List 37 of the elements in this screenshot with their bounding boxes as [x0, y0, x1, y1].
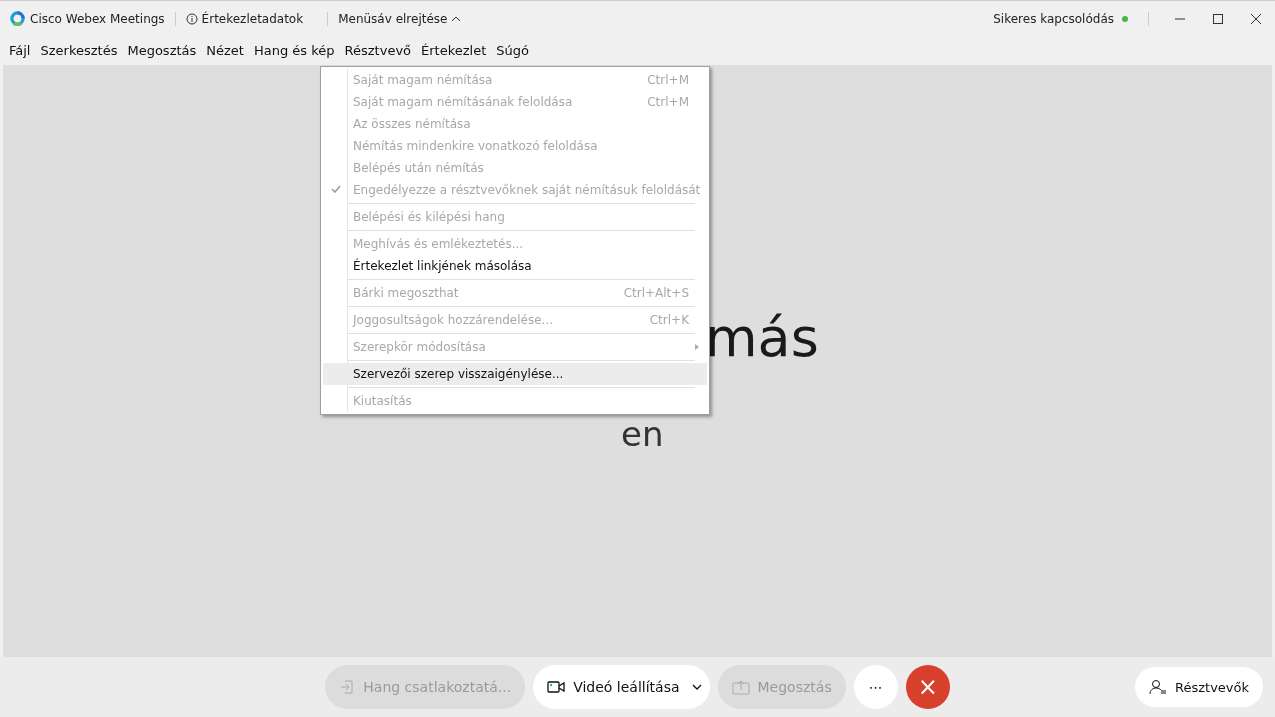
menu-bar-item[interactable]: Résztvevő: [339, 42, 417, 58]
more-button[interactable]: ⋯: [853, 665, 898, 709]
chevron-down-icon: [691, 684, 702, 690]
stage-text: en: [621, 417, 664, 451]
menu-item[interactable]: Értekezlet linkjének másolása: [323, 255, 707, 277]
shortcut-label: Ctrl+M: [647, 95, 689, 109]
participants-button[interactable]: Résztvevők: [1135, 667, 1263, 707]
leave-button[interactable]: ×: [905, 665, 950, 709]
upload-icon: [731, 679, 750, 695]
connection-status: Sikeres kapcsolódás: [993, 11, 1114, 26]
menu-item[interactable]: Szervezői szerep visszaigénylése...: [323, 363, 707, 385]
check-icon: [331, 185, 341, 193]
person-icon: [1149, 679, 1167, 695]
submenu-arrow-icon: [695, 344, 699, 350]
close-icon: [1250, 12, 1262, 25]
caret-up-icon: [451, 15, 462, 22]
shortcut-label: Ctrl+M: [647, 73, 689, 87]
maximize-icon: [1212, 12, 1224, 25]
app-name: Cisco Webex Meetings: [30, 11, 165, 26]
menu-bar-item[interactable]: Értekezlet: [416, 42, 492, 58]
status-dot: [1122, 15, 1128, 22]
enter-icon: [339, 679, 356, 695]
shortcut-label: Ctrl+Alt+S: [623, 286, 689, 300]
menu-bar-item[interactable]: Fájl: [4, 42, 36, 58]
menu-bar-item[interactable]: Nézet: [201, 42, 249, 58]
camera-icon: [547, 680, 566, 694]
menu-bar-item[interactable]: Szerkesztés: [35, 42, 123, 58]
video-button[interactable]: Videó leállítása: [533, 665, 710, 709]
meeting-info-button[interactable]: Értekezletadatok: [185, 11, 304, 26]
menu-bar-item[interactable]: Hang és kép: [248, 42, 340, 58]
app-logo-icon: [10, 11, 25, 26]
shortcut-label: Ctrl+K: [649, 313, 689, 327]
info-icon: [185, 12, 198, 25]
menu-bar-item[interactable]: Megosztás: [122, 42, 202, 58]
hide-menu-button[interactable]: Menüsáv elrejtése: [338, 11, 462, 26]
menu-bar-item[interactable]: Súgó: [491, 42, 534, 58]
stage-text: más: [705, 311, 819, 365]
